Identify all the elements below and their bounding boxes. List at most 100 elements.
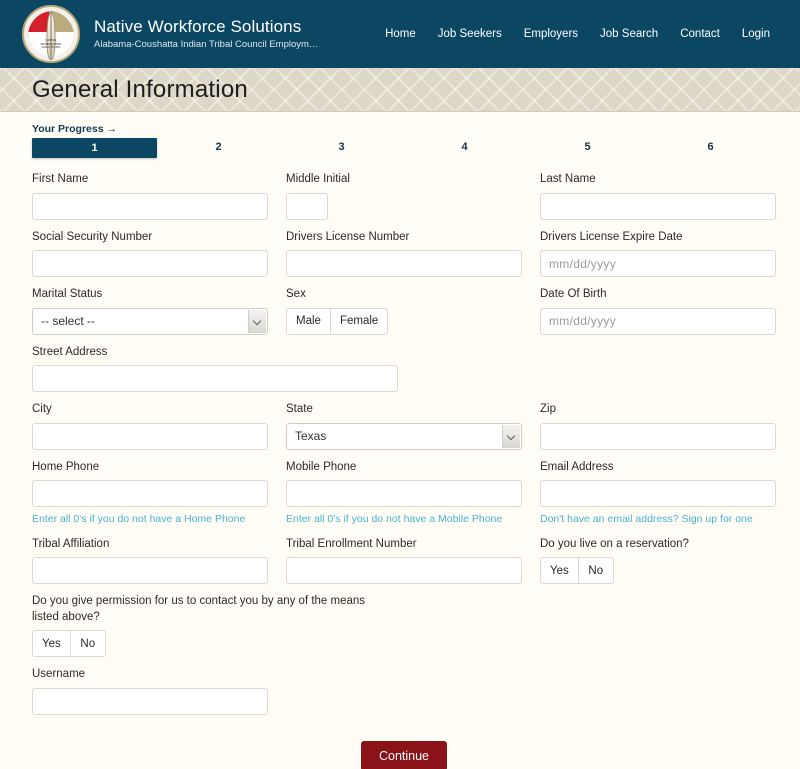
nav-item-home[interactable]: Home — [385, 28, 416, 40]
home-phone-help-link[interactable]: Enter all 0's if you do not have a Home … — [32, 513, 286, 527]
mobile-phone-input[interactable] — [286, 480, 522, 508]
state-selected-value: Texas — [295, 429, 327, 444]
marital-status-label: Marital Status — [32, 288, 103, 301]
progress-section: Your Progress → 1 2 3 4 5 6 — [0, 112, 800, 158]
general-information-form: First Name Middle Initial Last Name Soci… — [0, 158, 800, 769]
tribal-affiliation-input[interactable] — [32, 557, 268, 585]
tribal-affiliation-label: Tribal Affiliation — [32, 537, 110, 550]
street-address-input[interactable] — [32, 365, 398, 393]
form-actions: Continue — [32, 740, 776, 769]
feather-spine-icon — [50, 13, 52, 59]
contact-permission-option-no[interactable]: No — [69, 630, 106, 658]
sex-button-group: Male Female — [286, 307, 540, 335]
date-of-birth-input[interactable] — [540, 307, 776, 335]
ssn-input[interactable] — [32, 250, 268, 278]
logo-wordmark-line3: SOLUTIONS — [41, 45, 61, 50]
nav-item-job-search[interactable]: Job Search — [600, 28, 658, 40]
field-city: City — [32, 402, 286, 450]
last-name-label: Last Name — [540, 173, 596, 185]
brand[interactable]: NATIVE WORKFORCE SOLUTIONS Native Workfo… — [22, 5, 318, 63]
city-label: City — [32, 403, 52, 416]
zip-label: Zip — [540, 403, 556, 416]
state-select[interactable]: Texas — [286, 422, 522, 450]
field-drivers-license-expire: Drivers License Expire Date — [540, 230, 794, 278]
progress-step-3[interactable]: 3 — [280, 138, 403, 158]
progress-step-6[interactable]: 6 — [649, 138, 772, 158]
city-input[interactable] — [32, 422, 268, 450]
progress-step-1[interactable]: 1 — [32, 138, 157, 158]
nav-item-login[interactable]: Login — [742, 28, 770, 40]
sex-option-male[interactable]: Male — [286, 307, 330, 335]
first-name-input[interactable] — [32, 192, 268, 220]
reservation-label: Do you live on a reservation? — [540, 537, 689, 550]
form-row-personal: Marital Status -- select -- Sex Male Fem… — [32, 287, 776, 335]
email-address-label: Email Address — [540, 460, 614, 473]
main-navigation: Home Job Seekers Employers Job Search Co… — [385, 28, 778, 40]
site-header: NATIVE WORKFORCE SOLUTIONS Native Workfo… — [0, 0, 800, 68]
street-address-label: Street Address — [32, 345, 108, 358]
field-mobile-phone: Mobile Phone Enter all 0's if you do not… — [286, 460, 540, 527]
form-row-identification: Social Security Number Drivers License N… — [32, 230, 776, 278]
drivers-license-expire-input[interactable] — [540, 250, 776, 278]
nav-item-employers[interactable]: Employers — [524, 28, 578, 40]
drivers-license-expire-label: Drivers License Expire Date — [540, 230, 683, 243]
reservation-option-no[interactable]: No — [577, 557, 614, 585]
field-contact-permission: Do you give permission for us to contact… — [32, 594, 540, 658]
logo-wordmark: NATIVE WORKFORCE SOLUTIONS — [24, 39, 78, 50]
field-username: Username — [32, 667, 286, 715]
site-logo-icon: NATIVE WORKFORCE SOLUTIONS — [22, 5, 80, 63]
progress-step-5[interactable]: 5 — [526, 138, 649, 158]
first-name-label: First Name — [32, 173, 89, 185]
sex-label: Sex — [286, 288, 306, 301]
ssn-label: Social Security Number — [32, 230, 153, 243]
mobile-phone-help-link[interactable]: Enter all 0's if you do not have a Mobil… — [286, 513, 540, 527]
progress-step-4[interactable]: 4 — [403, 138, 526, 158]
field-street-address: Street Address — [32, 345, 540, 393]
field-date-of-birth: Date Of Birth — [540, 287, 794, 335]
marital-status-selected-value: -- select -- — [41, 314, 95, 329]
middle-initial-input[interactable] — [286, 192, 328, 220]
reservation-option-yes[interactable]: Yes — [540, 557, 578, 585]
username-label: Username — [32, 668, 86, 681]
home-phone-input[interactable] — [32, 480, 268, 508]
form-row-names: First Name Middle Initial Last Name — [32, 172, 776, 220]
state-label: State — [286, 403, 313, 416]
field-middle-initial: Middle Initial — [286, 172, 540, 220]
contact-permission-option-yes[interactable]: Yes — [32, 630, 70, 658]
tribal-enrollment-number-input[interactable] — [286, 557, 522, 585]
continue-button[interactable]: Continue — [360, 740, 448, 769]
field-drivers-license-number: Drivers License Number — [286, 230, 540, 278]
sex-option-female[interactable]: Female — [329, 307, 389, 335]
page-title: General Information — [32, 75, 248, 103]
form-row-street-address: Street Address — [32, 345, 776, 393]
field-reservation: Do you live on a reservation? Yes No — [540, 537, 794, 585]
drivers-license-number-input[interactable] — [286, 250, 522, 278]
brand-title: Native Workforce Solutions — [94, 17, 302, 37]
field-tribal-affiliation: Tribal Affiliation — [32, 537, 286, 585]
contact-permission-label: Do you give permission for us to contact… — [32, 595, 366, 623]
field-state: State Texas — [286, 402, 540, 450]
nav-item-contact[interactable]: Contact — [680, 28, 720, 40]
chevron-down-icon[interactable] — [248, 309, 266, 333]
marital-status-select[interactable]: -- select -- — [32, 307, 268, 335]
field-marital-status: Marital Status -- select -- — [32, 287, 286, 335]
field-home-phone: Home Phone Enter all 0's if you do not h… — [32, 460, 286, 527]
email-address-input[interactable] — [540, 480, 776, 508]
contact-permission-button-group: Yes No — [32, 630, 540, 658]
progress-label: Your Progress → — [32, 123, 117, 135]
nav-item-job-seekers[interactable]: Job Seekers — [438, 28, 502, 40]
progress-step-2[interactable]: 2 — [157, 138, 280, 158]
field-sex: Sex Male Female — [286, 287, 540, 335]
form-row-username: Username — [32, 667, 776, 715]
zip-input[interactable] — [540, 422, 776, 450]
form-row-tribal: Tribal Affiliation Tribal Enrollment Num… — [32, 537, 776, 585]
form-row-contact: Home Phone Enter all 0's if you do not h… — [32, 460, 776, 527]
username-input[interactable] — [32, 687, 268, 715]
brand-subtitle: Alabama-Coushatta Indian Tribal Council … — [94, 39, 319, 50]
middle-initial-label: Middle Initial — [286, 173, 350, 185]
email-signup-link[interactable]: Don't have an email address? Sign up for… — [540, 513, 794, 527]
page-title-banner: General Information — [0, 68, 800, 112]
field-last-name: Last Name — [540, 172, 794, 220]
last-name-input[interactable] — [540, 192, 776, 220]
chevron-down-icon[interactable] — [502, 424, 520, 448]
